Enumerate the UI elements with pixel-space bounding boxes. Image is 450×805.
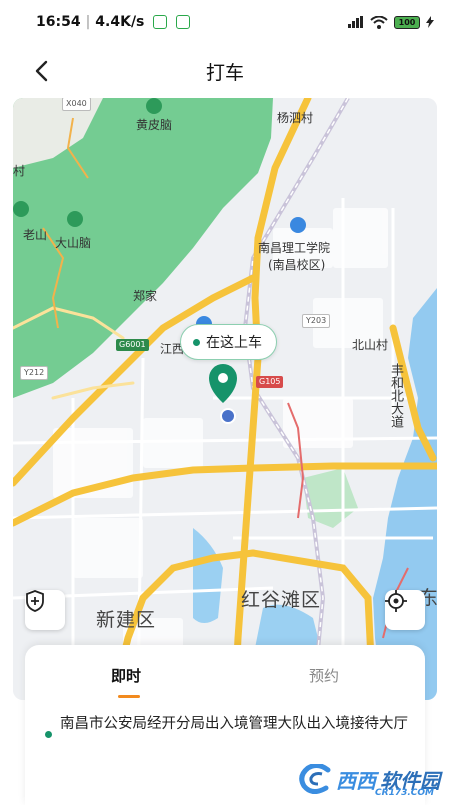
tab-book[interactable]: 预约 xyxy=(309,665,339,686)
map-canvas[interactable] xyxy=(13,98,437,700)
status-time: 16:54 xyxy=(36,14,81,30)
page-title: 打车 xyxy=(205,61,244,84)
notification-icon xyxy=(153,15,168,29)
status-right: 100 xyxy=(348,15,434,29)
mountain-icon xyxy=(67,211,83,227)
watermark-sub: CR173.COM xyxy=(375,788,434,798)
mountain-icon xyxy=(13,201,29,217)
road-tag-g105: G105 xyxy=(256,376,284,388)
label-honggutan: 红谷滩区 xyxy=(241,589,322,611)
pickup-dot xyxy=(193,338,200,346)
status-left: 16:54 | 4.4K/s xyxy=(36,14,191,30)
notification-icon xyxy=(176,15,191,29)
pickup-tooltip-text: 在这上车 xyxy=(206,335,262,351)
map-view[interactable]: 黄皮脑 杨泗村 村 老山 大山脑 南昌理工学院 (南昌校区) 郑家 江西 北山村… xyxy=(13,98,437,700)
label-cun: 村 xyxy=(13,164,26,178)
tab-active-indicator xyxy=(118,695,140,698)
charging-icon xyxy=(426,16,434,28)
battery-icon: 100 xyxy=(394,15,420,29)
origin-address: 南昌市公安局经开分局出入境管理大队出入境接待大厅 xyxy=(60,716,408,732)
pickup-tooltip[interactable]: 在这上车 xyxy=(180,324,277,360)
watermark: 西西 软件园 CR173.COM xyxy=(298,762,440,798)
locate-button[interactable] xyxy=(385,590,425,630)
label-yangsicun: 杨泗村 xyxy=(277,111,314,125)
status-divider: | xyxy=(85,14,91,30)
status-bar: 16:54 | 4.4K/s 100 xyxy=(0,0,450,44)
label-fenghe-road: 丰和北大道 xyxy=(388,363,403,428)
mountain-icon xyxy=(146,98,162,114)
shield-icon xyxy=(26,590,44,612)
watermark-text1: 西西 xyxy=(336,768,376,793)
label-huangpinao: 黄皮脑 xyxy=(136,118,173,132)
label-laoshan: 老山 xyxy=(23,228,48,242)
school-icon xyxy=(290,217,306,233)
signal-icon xyxy=(348,16,363,28)
label-nanchang-institute: 南昌理工学院 xyxy=(258,241,331,255)
label-beishancun: 北山村 xyxy=(352,338,389,352)
wifi-icon xyxy=(370,15,388,29)
origin-field[interactable]: 南昌市公安局经开分局出入境管理大队出入境接待大厅 xyxy=(45,713,415,738)
watermark-logo xyxy=(299,764,331,794)
origin-dot xyxy=(45,731,52,738)
road-tag-g6001: G6001 xyxy=(116,339,149,351)
label-xinjian: 新建区 xyxy=(96,609,157,631)
label-nanchang-campus: (南昌校区) xyxy=(268,258,326,272)
locate-icon xyxy=(385,590,407,612)
safety-button[interactable] xyxy=(25,590,65,630)
label-dashannao: 大山脑 xyxy=(55,236,92,250)
status-speed: 4.4K/s xyxy=(95,14,145,30)
road-tag-y203: Y203 xyxy=(302,314,331,328)
back-icon[interactable] xyxy=(30,58,56,84)
header: 打车 xyxy=(0,46,450,96)
tab-now[interactable]: 即时 xyxy=(111,665,141,686)
road-tag-y212: Y212 xyxy=(20,366,49,380)
road-tag-x040: X040 xyxy=(62,98,91,111)
label-zhengjia: 郑家 xyxy=(133,289,158,303)
